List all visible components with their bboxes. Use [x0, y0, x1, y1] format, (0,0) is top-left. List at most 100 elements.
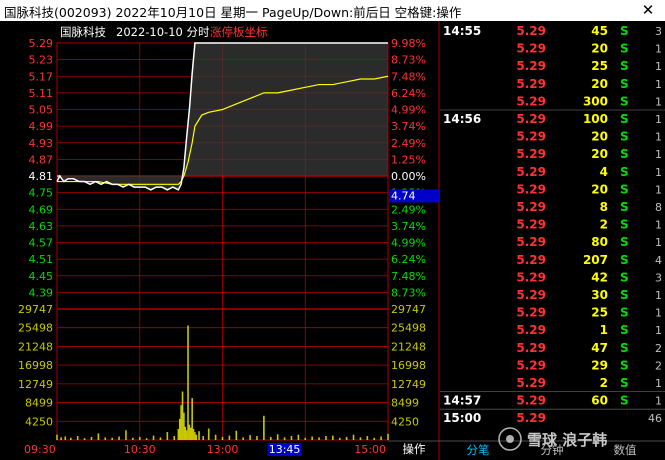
volume-bar [256, 436, 258, 440]
trade-count: 1 [655, 43, 662, 56]
watermark-logo: 雪球 浪子韩 [498, 427, 607, 451]
trade-price: 5.29 [516, 288, 546, 302]
trade-row[interactable]: 5.29 100 S 1 [516, 112, 662, 126]
trade-volume: 20 [591, 42, 608, 56]
trade-row[interactable]: 5.29 1 S 1 [516, 323, 662, 337]
price-plot[interactable] [56, 42, 389, 191]
trade-row[interactable]: 5.29 45 S 3 [516, 24, 662, 38]
trade-row[interactable]: 5.29 25 S 1 [516, 59, 662, 73]
trade-row[interactable]: 5.29 60 S 1 [516, 394, 662, 408]
volume-bar [269, 436, 272, 440]
percent-tick-label: 4.99% [391, 104, 426, 117]
trade-row[interactable]: 5.29 207 S 4 [516, 253, 662, 267]
volume-bar [290, 436, 293, 440]
volume-bar [181, 391, 184, 440]
trade-direction: S [620, 182, 629, 196]
trade-row[interactable]: 5.29 8 S 8 [516, 200, 662, 214]
trade-row[interactable]: 5.29 30 S 1 [516, 288, 662, 302]
volume-bar [380, 436, 382, 440]
volume-bar [152, 435, 155, 440]
volume-bar [195, 434, 198, 440]
volume-bar [56, 434, 58, 440]
operate-button[interactable]: 操作 [403, 442, 426, 456]
volume-tick-label: 29747 [18, 303, 53, 316]
time-tick-label: 10:30 [124, 443, 156, 456]
close-icon[interactable]: ✕ [631, 0, 665, 21]
volume-bar [104, 437, 107, 440]
trade-count: 1 [655, 307, 662, 320]
trade-count: 4 [655, 254, 662, 267]
trade-row[interactable]: 5.29 2 S 1 [516, 218, 662, 232]
volume-bar [187, 325, 189, 440]
tab-ticks[interactable]: 分笔 [467, 443, 490, 457]
trade-row[interactable]: 5.29 4 S 1 [516, 165, 662, 179]
trade-row[interactable]: 5.29 42 S 3 [516, 270, 662, 284]
trade-row[interactable]: 5.29 46 [516, 411, 662, 425]
trade-direction: S [620, 165, 629, 179]
trade-volume: 300 [583, 94, 608, 108]
trade-count: 1 [655, 395, 662, 408]
trade-count: 1 [655, 183, 662, 196]
trade-row[interactable]: 5.29 20 S 1 [516, 130, 662, 144]
trade-volume: 20 [591, 77, 608, 91]
volume-tick-label-right: 8499 [391, 397, 419, 410]
trade-count: 1 [655, 78, 662, 91]
volume-bar [132, 437, 134, 440]
trade-row[interactable]: 5.29 80 S 1 [516, 235, 662, 249]
trade-count: 1 [655, 324, 662, 337]
volume-bar [76, 436, 79, 440]
trade-direction: S [620, 323, 629, 337]
volume-bar [311, 436, 313, 440]
trade-direction: S [620, 24, 629, 38]
tick-trade-list[interactable]: 5.29 45 S 35.29 20 S 15.29 25 S 15.29 20 S 15.29 300 S… [440, 24, 665, 425]
trade-direction: S [620, 358, 629, 372]
price-tick-label: 4.45 [29, 270, 54, 283]
trade-row[interactable]: 5.29 29 S 2 [516, 358, 662, 372]
trade-volume: 20 [591, 147, 608, 161]
volume-bar [263, 415, 265, 440]
trade-row[interactable]: 5.29 47 S 2 [516, 341, 662, 355]
trade-row[interactable]: 5.29 20 S 1 [516, 42, 662, 56]
trade-row[interactable]: 5.29 20 S 1 [516, 77, 662, 91]
percent-tick-label: 7.48% [391, 70, 426, 83]
trade-row[interactable]: 5.29 25 S 1 [516, 306, 662, 320]
volume-tick-label-right: 21248 [391, 340, 426, 353]
volume-bar [60, 437, 62, 440]
price-tick-label: 4.93 [29, 137, 54, 150]
trade-row[interactable]: 5.29 20 S 1 [516, 182, 662, 196]
volume-bar [318, 437, 320, 440]
percent-tick-label: 8.73% [391, 54, 426, 67]
percent-tick-label: 3.74% [391, 120, 426, 133]
trade-direction: S [620, 77, 629, 91]
volume-tick-label: 21248 [18, 340, 53, 353]
trade-count: 3 [655, 25, 662, 38]
limit-axis-label[interactable]: 涨停板坐标 [210, 25, 268, 39]
trade-price: 5.29 [516, 235, 546, 249]
trade-volume: 4 [600, 165, 608, 179]
volume-bar [125, 430, 127, 440]
trade-volume: 60 [591, 394, 608, 408]
volume-bar [228, 435, 231, 440]
trade-price: 5.29 [516, 94, 546, 108]
trade-direction: S [620, 59, 629, 73]
trade-volume: 25 [591, 59, 608, 73]
trade-price: 5.29 [516, 130, 546, 144]
trade-row[interactable]: 5.29 300 S 1 [516, 94, 662, 108]
trade-volume: 30 [591, 288, 608, 302]
volume-tick-label-right: 4250 [391, 415, 419, 428]
trade-direction: S [620, 270, 629, 284]
trade-direction: S [620, 394, 629, 408]
trade-row[interactable]: 5.29 2 S 1 [516, 376, 662, 390]
volume-bar [97, 433, 100, 440]
trade-row[interactable]: 5.29 20 S 1 [516, 147, 662, 161]
trade-direction: S [620, 253, 629, 267]
volume-tick-label-right: 25498 [391, 322, 426, 335]
volume-tick-label-right: 12749 [391, 378, 426, 391]
volume-tick-label: 25498 [18, 322, 53, 335]
price-tick-label: 4.69 [29, 203, 54, 216]
volume-bar [387, 433, 389, 440]
price-tick-label: 5.11 [29, 87, 54, 100]
volume-bar [304, 437, 307, 440]
volume-bar [207, 428, 210, 440]
tab-values[interactable]: 数值 [614, 443, 637, 457]
